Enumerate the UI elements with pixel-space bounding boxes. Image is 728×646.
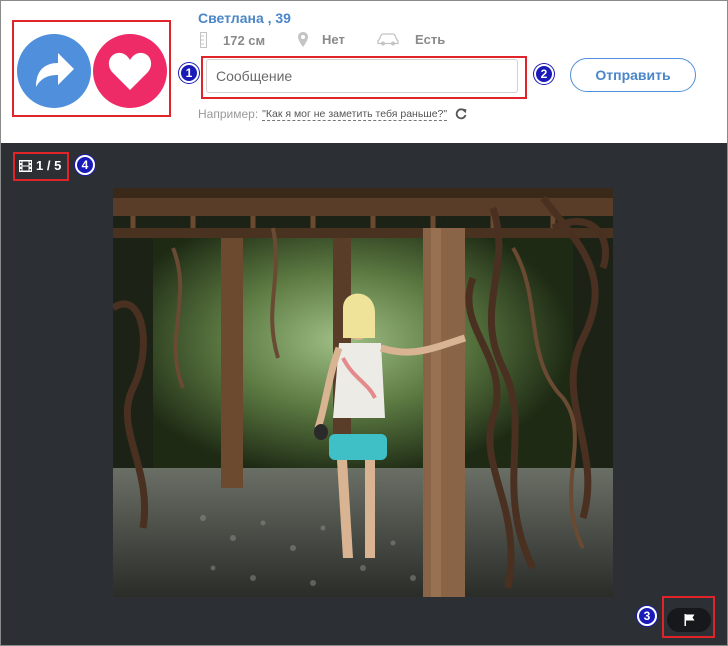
car-value: Есть <box>415 32 446 47</box>
like-button[interactable] <box>93 34 167 108</box>
photo-counter: 1 / 5 <box>19 158 61 173</box>
car-info: Есть <box>377 32 445 47</box>
send-button[interactable]: Отправить <box>570 58 696 92</box>
message-input[interactable] <box>206 59 518 93</box>
car-icon <box>377 33 399 46</box>
photo-counter-text: 1 / 5 <box>36 158 62 173</box>
example-hint: Например: "Как я мог не заметить тебя ра… <box>198 107 467 121</box>
film-icon <box>19 159 32 172</box>
example-prefix: Например: <box>198 107 259 121</box>
profile-card: Светлана , 39 172 см Нет Есть Отправить … <box>0 0 728 646</box>
annotation-marker-2: 2 <box>534 64 554 84</box>
annotation-marker-4: 4 <box>75 155 95 175</box>
location-pin-icon <box>298 32 308 47</box>
profile-photo[interactable] <box>113 188 613 597</box>
kids-info: Нет <box>298 32 345 47</box>
annotation-marker-3: 3 <box>637 606 657 626</box>
heart-icon <box>108 52 152 90</box>
kids-value: Нет <box>322 32 345 47</box>
refresh-icon <box>455 108 467 120</box>
profile-name[interactable]: Светлана , 39 <box>198 10 291 26</box>
example-message-link[interactable]: "Как я мог не заметить тебя раньше?" <box>262 108 448 121</box>
annotation-marker-1: 1 <box>179 63 199 83</box>
refresh-example-button[interactable] <box>455 108 467 120</box>
height-info: 172 см <box>200 32 265 48</box>
height-value: 172 см <box>223 32 266 48</box>
report-button[interactable] <box>667 608 711 632</box>
photo-image <box>113 188 613 597</box>
share-arrow-icon <box>36 53 74 87</box>
share-button[interactable] <box>17 34 91 108</box>
ruler-icon <box>200 32 207 48</box>
flag-icon <box>684 614 694 626</box>
